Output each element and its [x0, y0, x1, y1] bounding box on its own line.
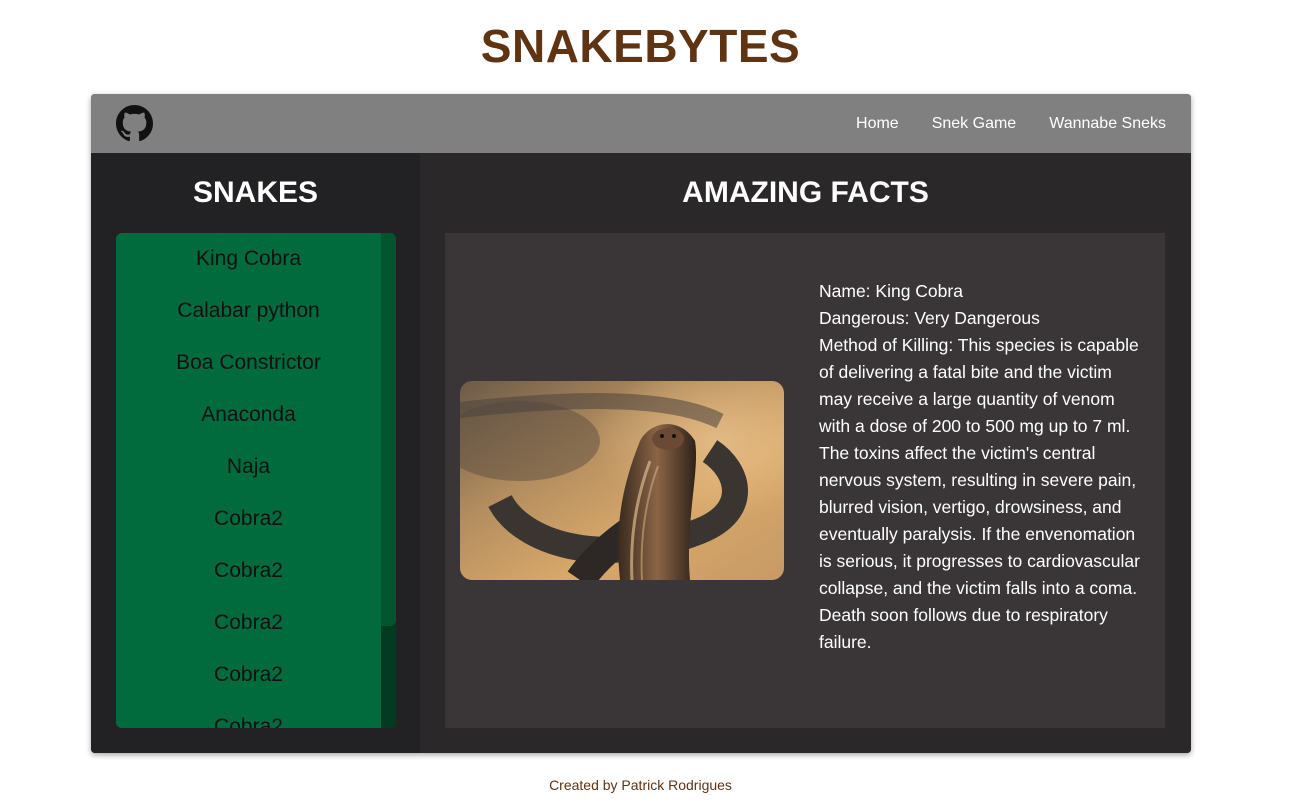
facts-panel: AMAZING FACTS Name: King Cobra Dangerous… [420, 153, 1191, 753]
fact-toxins: The toxins affect the victim's central n… [819, 443, 1140, 652]
facts-heading: AMAZING FACTS [682, 176, 929, 209]
list-item[interactable]: Anaconda [116, 398, 381, 450]
site-title: SNAKEBYTES [480, 20, 801, 72]
list-item[interactable]: Naja [116, 450, 381, 502]
fact-method: Method of Killing: This species is capab… [819, 335, 1139, 436]
list-item[interactable]: Boa Constrictor [116, 346, 381, 398]
nav-link-wannabe-sneks[interactable]: Wannabe Sneks [1049, 115, 1166, 133]
scrollbar-thumb[interactable] [381, 233, 396, 626]
snakes-panel: SNAKES King Cobra Calabar python Boa Con… [91, 153, 420, 753]
github-icon[interactable] [116, 105, 153, 142]
navbar: Home Snek Game Wannabe Sneks [91, 94, 1191, 153]
footer-credit: Created by Patrick Rodrigues [549, 777, 732, 793]
list-item[interactable]: King Cobra [116, 242, 381, 294]
snake-list: King Cobra Calabar python Boa Constricto… [116, 233, 381, 728]
snake-list-container: King Cobra Calabar python Boa Constricto… [116, 233, 396, 728]
facts-text: Name: King Cobra Dangerous: Very Dangero… [819, 278, 1149, 656]
facts-card: Name: King Cobra Dangerous: Very Dangero… [445, 233, 1165, 728]
list-item[interactable]: Calabar python [116, 294, 381, 346]
list-item[interactable]: Cobra2 [116, 710, 381, 728]
app-card: Home Snek Game Wannabe Sneks SNAKES King… [91, 94, 1191, 753]
list-item[interactable]: Cobra2 [116, 554, 381, 606]
nav-links: Home Snek Game Wannabe Sneks [856, 94, 1166, 153]
list-item[interactable]: Cobra2 [116, 502, 381, 554]
nav-link-home[interactable]: Home [856, 115, 899, 133]
nav-link-snek-game[interactable]: Snek Game [932, 115, 1016, 133]
king-cobra-photo [460, 381, 784, 580]
snakes-heading: SNAKES [192, 176, 319, 209]
list-item[interactable]: Cobra2 [116, 658, 381, 710]
fact-danger: Dangerous: Very Dangerous [819, 308, 1040, 328]
snake-list-scrollbar[interactable] [381, 233, 396, 728]
list-item[interactable]: Cobra2 [116, 606, 381, 658]
fact-name: Name: King Cobra [819, 281, 963, 301]
